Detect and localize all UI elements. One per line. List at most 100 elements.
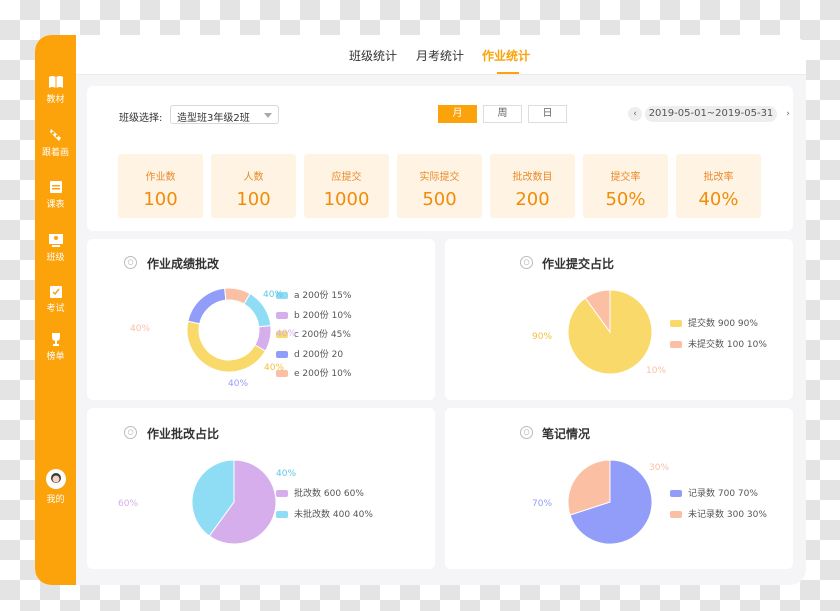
stat-card: 实际提交 500	[397, 154, 482, 218]
stat-card: 提交率 50%	[583, 154, 668, 218]
legend-label: 未批改数 400 40%	[294, 510, 373, 520]
legend-swatch	[670, 490, 682, 497]
legend-swatch	[670, 341, 682, 348]
legend-item: d 200份 20	[276, 347, 343, 360]
tab-monthly-exam-stats[interactable]: 月考统计	[416, 47, 464, 64]
stat-value: 40%	[698, 189, 739, 210]
legend-swatch	[276, 311, 288, 319]
legend-label: e 200份 10%	[294, 369, 352, 379]
class-icon	[48, 234, 63, 247]
period-month-button[interactable]: 月	[438, 105, 477, 123]
stat-value: 500	[422, 189, 457, 210]
stat-label: 批改率	[703, 172, 734, 183]
sidebar-item-label: 我的	[46, 495, 65, 505]
stat-value: 200	[515, 189, 550, 210]
stat-label: 应提交	[331, 172, 362, 183]
sidebar-item-label: 课表	[46, 200, 65, 210]
chevron-left-icon[interactable]: ‹	[628, 107, 642, 121]
card-review-ratio	[87, 408, 435, 569]
check-circle-icon: ○	[520, 256, 533, 269]
stat-label: 实际提交	[419, 172, 460, 183]
book-icon	[48, 76, 63, 88]
exam-icon	[49, 286, 62, 298]
sidebar-item-schedule[interactable]: 课表	[35, 180, 76, 210]
chevron-right-icon[interactable]: ›	[781, 107, 795, 121]
card-title: 作业成绩批改	[147, 257, 220, 271]
stat-label: 提交率	[610, 172, 641, 183]
sidebar-item-draw[interactable]: 跟着画	[35, 128, 76, 158]
main-area: 班级统计 月考统计 作业统计 班级选择: 造型班3年级2班 月 周 日 ‹ 20…	[76, 35, 806, 585]
stat-label: 批改数目	[512, 172, 553, 183]
trophy-icon	[51, 333, 60, 346]
stat-card: 人数 100	[211, 154, 296, 218]
class-select-label: 班级选择:	[119, 113, 163, 124]
pie-percent-label: 40%	[276, 469, 297, 479]
pie-percent-label: 40%	[228, 379, 249, 389]
legend-label: d 200份 20	[294, 349, 344, 360]
stat-card: 作业数 100	[118, 154, 203, 218]
legend-swatch	[276, 511, 288, 518]
legend-swatch	[276, 350, 288, 358]
chevron-down-icon	[264, 113, 272, 118]
notebook-icon: ○	[520, 426, 533, 439]
legend-item: 批改数 600 60%	[276, 486, 364, 499]
legend-label: 未记录数 300 30%	[688, 510, 767, 520]
legend-swatch	[670, 511, 682, 518]
sidebar-item-label: 教材	[46, 95, 65, 105]
tab-bar: 班级统计 月考统计 作业统计	[76, 35, 806, 75]
sidebar-item-profile[interactable]: 我的	[35, 469, 76, 505]
stat-value: 100	[236, 189, 271, 210]
sidebar-item-exam[interactable]: 考试	[35, 284, 76, 314]
sidebar-item-label: 班级	[46, 253, 65, 263]
period-day-button[interactable]: 日	[528, 105, 567, 123]
legend-item: e 200份 10%	[276, 366, 351, 379]
palette-icon	[49, 129, 61, 141]
legend-label: 批改数 600 60%	[294, 489, 364, 499]
legend-label: b 200份 10%	[294, 310, 352, 321]
legend-label: 未提交数 100 10%	[688, 340, 767, 350]
schedule-icon	[49, 181, 62, 193]
stat-card: 应提交 1000	[304, 154, 389, 218]
stat-label: 作业数	[145, 172, 176, 183]
legend-label: 提交数 900 90%	[688, 319, 758, 329]
class-select-value: 造型班3年级2班	[177, 113, 250, 124]
sidebar-item-textbook[interactable]: 教材	[35, 75, 76, 105]
pie-percent-label: 40%	[264, 363, 285, 373]
period-week-button[interactable]: 周	[483, 105, 522, 123]
legend-swatch	[276, 490, 288, 497]
pie-percent-label: 60%	[118, 499, 139, 509]
pie-percent-label: 40%	[130, 324, 151, 334]
pie-percent-label: 30%	[649, 463, 670, 473]
pie-percent-label: 40%	[276, 329, 297, 339]
card-title: 作业批改占比	[147, 427, 220, 441]
tab-homework-stats[interactable]: 作业统计	[482, 47, 530, 64]
active-tab-indicator	[497, 72, 519, 74]
sidebar-item-label: 跟着画	[41, 148, 69, 158]
stat-value: 1000	[323, 189, 370, 210]
stat-value: 100	[143, 189, 178, 210]
card-title: 作业提交占比	[542, 257, 615, 271]
date-range[interactable]: 2019-05-01~2019-05-31	[645, 106, 777, 122]
avatar	[45, 469, 66, 489]
pie-percent-label: 70%	[532, 499, 553, 509]
stat-card: 批改率 40%	[676, 154, 761, 218]
sidebar-item-ranking[interactable]: 榜单	[35, 332, 76, 362]
pie-percent-label: 90%	[532, 332, 553, 342]
legend-item: a 200份 15%	[276, 288, 351, 301]
legend-label: a 200份 15%	[294, 291, 352, 301]
legend-item: 未批改数 400 40%	[276, 507, 373, 520]
sidebar: 教材 跟着画 课表 班级 考试 榜单 我的	[35, 35, 76, 585]
tab-class-stats[interactable]: 班级统计	[349, 47, 397, 64]
legend-item: 提交数 900 90%	[670, 316, 758, 329]
sidebar-item-label: 考试	[46, 304, 65, 314]
legend-item: 未记录数 300 30%	[670, 507, 767, 520]
legend-label: c 200份 45%	[294, 330, 351, 340]
legend-label: 记录数 700 70%	[688, 489, 758, 499]
pencil-icon: ○	[124, 426, 137, 439]
class-select[interactable]: 造型班3年级2班	[170, 105, 279, 124]
card-title: 笔记情况	[542, 427, 591, 441]
stat-label: 人数	[243, 172, 264, 183]
sidebar-item-class[interactable]: 班级	[35, 233, 76, 263]
legend-swatch	[670, 320, 682, 327]
stat-value: 50%	[605, 189, 646, 210]
